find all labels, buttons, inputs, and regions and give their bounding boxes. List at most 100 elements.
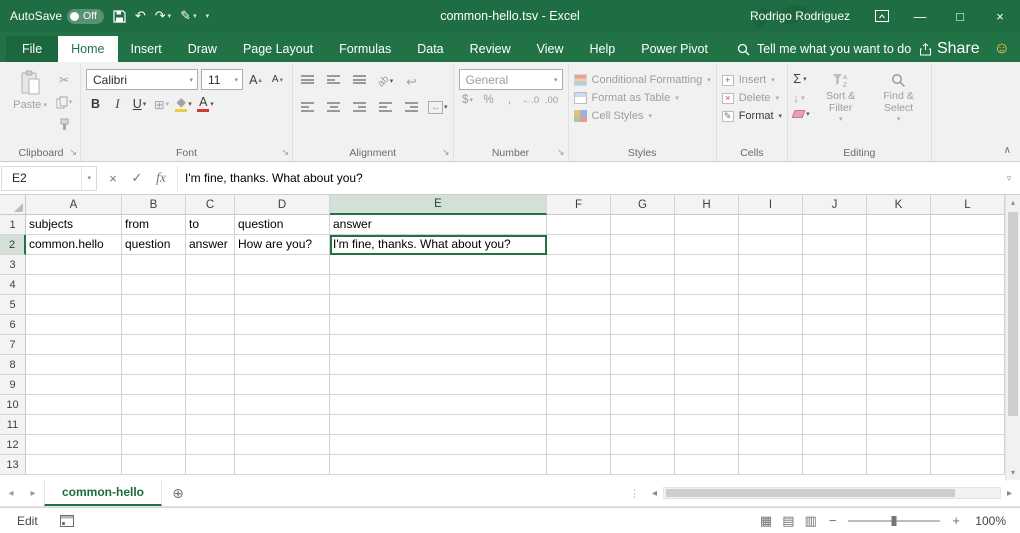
delete-cells-button[interactable]: ×Delete▾ xyxy=(722,92,782,104)
cell-I11[interactable] xyxy=(739,415,803,435)
cell-F12[interactable] xyxy=(547,435,611,455)
h-scroll-left-arrow[interactable]: ◂ xyxy=(646,488,663,499)
cell-H8[interactable] xyxy=(675,355,739,375)
conditional-formatting-button[interactable]: Conditional Formatting▾ xyxy=(574,74,711,86)
cell-I13[interactable] xyxy=(739,455,803,475)
cell-D2[interactable]: How are you? xyxy=(235,235,330,255)
sheet-tab-common-hello[interactable]: common-hello xyxy=(44,480,162,506)
cell-B3[interactable] xyxy=(122,255,186,275)
cell-C3[interactable] xyxy=(186,255,235,275)
cell-F10[interactable] xyxy=(547,395,611,415)
cell-E6[interactable] xyxy=(330,315,547,335)
cell-C7[interactable] xyxy=(186,335,235,355)
sort-filter-button[interactable]: AZ Sort & Filter ▾ xyxy=(814,70,868,144)
formula-bar-expand-button[interactable]: ▿ xyxy=(998,166,1020,191)
cell-B4[interactable] xyxy=(122,275,186,295)
vertical-scrollbar[interactable]: ▴ ▾ xyxy=(1005,195,1020,480)
cell-L12[interactable] xyxy=(931,435,1005,455)
cell-G8[interactable] xyxy=(611,355,675,375)
font-dialog-launcher[interactable]: ↘ xyxy=(281,147,289,158)
page-layout-view-button[interactable]: ▤ xyxy=(782,513,794,529)
cell-I7[interactable] xyxy=(739,335,803,355)
scroll-up-arrow[interactable]: ▴ xyxy=(1006,195,1020,210)
cell-D6[interactable] xyxy=(235,315,330,335)
ribbon-display-options-button[interactable] xyxy=(864,0,900,32)
orientation-button[interactable]: ab▾ xyxy=(376,71,395,91)
cell-H2[interactable] xyxy=(675,235,739,255)
row-header-10[interactable]: 10 xyxy=(0,395,26,415)
cell-G3[interactable] xyxy=(611,255,675,275)
cell-C9[interactable] xyxy=(186,375,235,395)
cell-K3[interactable] xyxy=(867,255,931,275)
cell-D5[interactable] xyxy=(235,295,330,315)
cell-L4[interactable] xyxy=(931,275,1005,295)
accounting-format-button[interactable]: $▾ xyxy=(459,94,477,106)
align-right-button[interactable] xyxy=(350,97,369,117)
row-header-6[interactable]: 6 xyxy=(0,315,26,335)
column-header-C[interactable]: C xyxy=(186,195,235,215)
cell-F6[interactable] xyxy=(547,315,611,335)
cell-G2[interactable] xyxy=(611,235,675,255)
cell-F13[interactable] xyxy=(547,455,611,475)
column-header-G[interactable]: G xyxy=(611,195,675,215)
cell-E13[interactable] xyxy=(330,455,547,475)
cell-L2[interactable] xyxy=(931,235,1005,255)
cell-A11[interactable] xyxy=(26,415,122,435)
decrease-indent-button[interactable] xyxy=(376,97,395,117)
column-header-H[interactable]: H xyxy=(675,195,739,215)
borders-button[interactable]: ⊞▾ xyxy=(152,94,171,114)
tab-view[interactable]: View xyxy=(524,36,577,62)
cell-K12[interactable] xyxy=(867,435,931,455)
zoom-slider-thumb[interactable] xyxy=(892,516,897,526)
format-cells-button[interactable]: ✎Format▾ xyxy=(722,110,782,122)
cell-F7[interactable] xyxy=(547,335,611,355)
tab-home[interactable]: Home xyxy=(58,36,117,62)
column-header-A[interactable]: A xyxy=(26,195,122,215)
cell-I4[interactable] xyxy=(739,275,803,295)
cell-D13[interactable] xyxy=(235,455,330,475)
cell-J10[interactable] xyxy=(803,395,867,415)
italic-button[interactable]: I xyxy=(108,94,127,114)
copy-button[interactable]: ▾ xyxy=(53,93,75,111)
cell-E11[interactable] xyxy=(330,415,547,435)
cancel-button[interactable]: × xyxy=(102,167,124,189)
column-header-J[interactable]: J xyxy=(803,195,867,215)
cell-I2[interactable] xyxy=(739,235,803,255)
cell-H1[interactable] xyxy=(675,215,739,235)
cell-H12[interactable] xyxy=(675,435,739,455)
cell-K8[interactable] xyxy=(867,355,931,375)
cell-F4[interactable] xyxy=(547,275,611,295)
cell-J8[interactable] xyxy=(803,355,867,375)
font-size-select[interactable]: 11▾ xyxy=(201,69,243,90)
cell-K1[interactable] xyxy=(867,215,931,235)
row-header-12[interactable]: 12 xyxy=(0,435,26,455)
cell-J3[interactable] xyxy=(803,255,867,275)
cell-E7[interactable] xyxy=(330,335,547,355)
cell-B13[interactable] xyxy=(122,455,186,475)
tell-me-search[interactable]: Tell me what you want to do xyxy=(737,36,911,62)
zoom-level[interactable]: 100% xyxy=(972,514,1006,528)
cell-J4[interactable] xyxy=(803,275,867,295)
tab-data[interactable]: Data xyxy=(404,36,456,62)
cell-A8[interactable] xyxy=(26,355,122,375)
h-scroll-right-arrow[interactable]: ▸ xyxy=(1001,488,1018,499)
cell-I5[interactable] xyxy=(739,295,803,315)
cell-I12[interactable] xyxy=(739,435,803,455)
cell-B8[interactable] xyxy=(122,355,186,375)
cell-A12[interactable] xyxy=(26,435,122,455)
share-button[interactable]: Share xyxy=(919,40,980,58)
formula-input[interactable]: I'm fine, thanks. What about you? xyxy=(178,166,998,191)
cell-J7[interactable] xyxy=(803,335,867,355)
cell-H6[interactable] xyxy=(675,315,739,335)
autosave-toggle[interactable]: AutoSave Off xyxy=(10,9,104,24)
cell-K13[interactable] xyxy=(867,455,931,475)
row-header-1[interactable]: 1 xyxy=(0,215,26,235)
cell-styles-button[interactable]: Cell Styles▾ xyxy=(574,110,711,122)
cell-B1[interactable]: from xyxy=(122,215,186,235)
insert-cells-button[interactable]: +Insert▾ xyxy=(722,74,782,86)
cell-C12[interactable] xyxy=(186,435,235,455)
cell-B11[interactable] xyxy=(122,415,186,435)
alignment-dialog-launcher[interactable]: ↘ xyxy=(442,147,450,158)
cell-K10[interactable] xyxy=(867,395,931,415)
cell-B12[interactable] xyxy=(122,435,186,455)
